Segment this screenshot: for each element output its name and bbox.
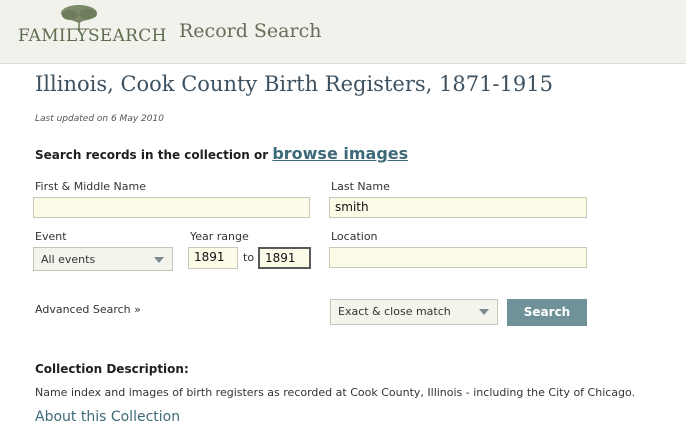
last-updated: Last updated on 6 May 2010: [35, 114, 164, 124]
header-title: Record Search: [179, 20, 322, 42]
match-type-value: Exact & close match: [338, 305, 451, 318]
about-collection-link[interactable]: About this Collection: [35, 409, 180, 425]
browse-images-link[interactable]: browse images: [272, 144, 408, 163]
event-select-value: All events: [41, 253, 96, 266]
logo-text: FAMILYSEARCH: [18, 26, 167, 46]
page-header: FAMILYSEARCH Record Search: [0, 0, 686, 64]
chevron-down-icon: [479, 309, 489, 315]
advanced-search-link[interactable]: Advanced Search »: [35, 303, 141, 316]
year-range-label: Year range: [190, 230, 249, 243]
location-label: Location: [331, 230, 378, 243]
event-select[interactable]: All events: [33, 247, 173, 271]
chevron-down-icon: [154, 257, 164, 263]
event-label: Event: [35, 230, 67, 243]
year-to-input[interactable]: 1891: [258, 247, 311, 269]
year-to-label: to: [243, 251, 255, 264]
familysearch-logo[interactable]: FAMILYSEARCH: [18, 4, 166, 46]
collection-description-text: Name index and images of birth registers…: [35, 386, 636, 399]
location-input[interactable]: [329, 247, 587, 268]
collection-description-title: Collection Description:: [35, 362, 189, 376]
last-name-label: Last Name: [331, 180, 390, 193]
match-type-select[interactable]: Exact & close match: [330, 299, 498, 325]
first-name-input[interactable]: [33, 197, 310, 218]
year-from-input[interactable]: 1891: [188, 247, 238, 269]
last-name-input[interactable]: smith: [329, 197, 587, 218]
first-name-label: First & Middle Name: [35, 180, 147, 193]
search-button[interactable]: Search: [507, 299, 587, 326]
search-heading-text: Search records in the collection or: [35, 148, 269, 162]
page-title: Illinois, Cook County Birth Registers, 1…: [35, 72, 553, 96]
search-heading: Search records in the collection or brow…: [35, 144, 408, 163]
